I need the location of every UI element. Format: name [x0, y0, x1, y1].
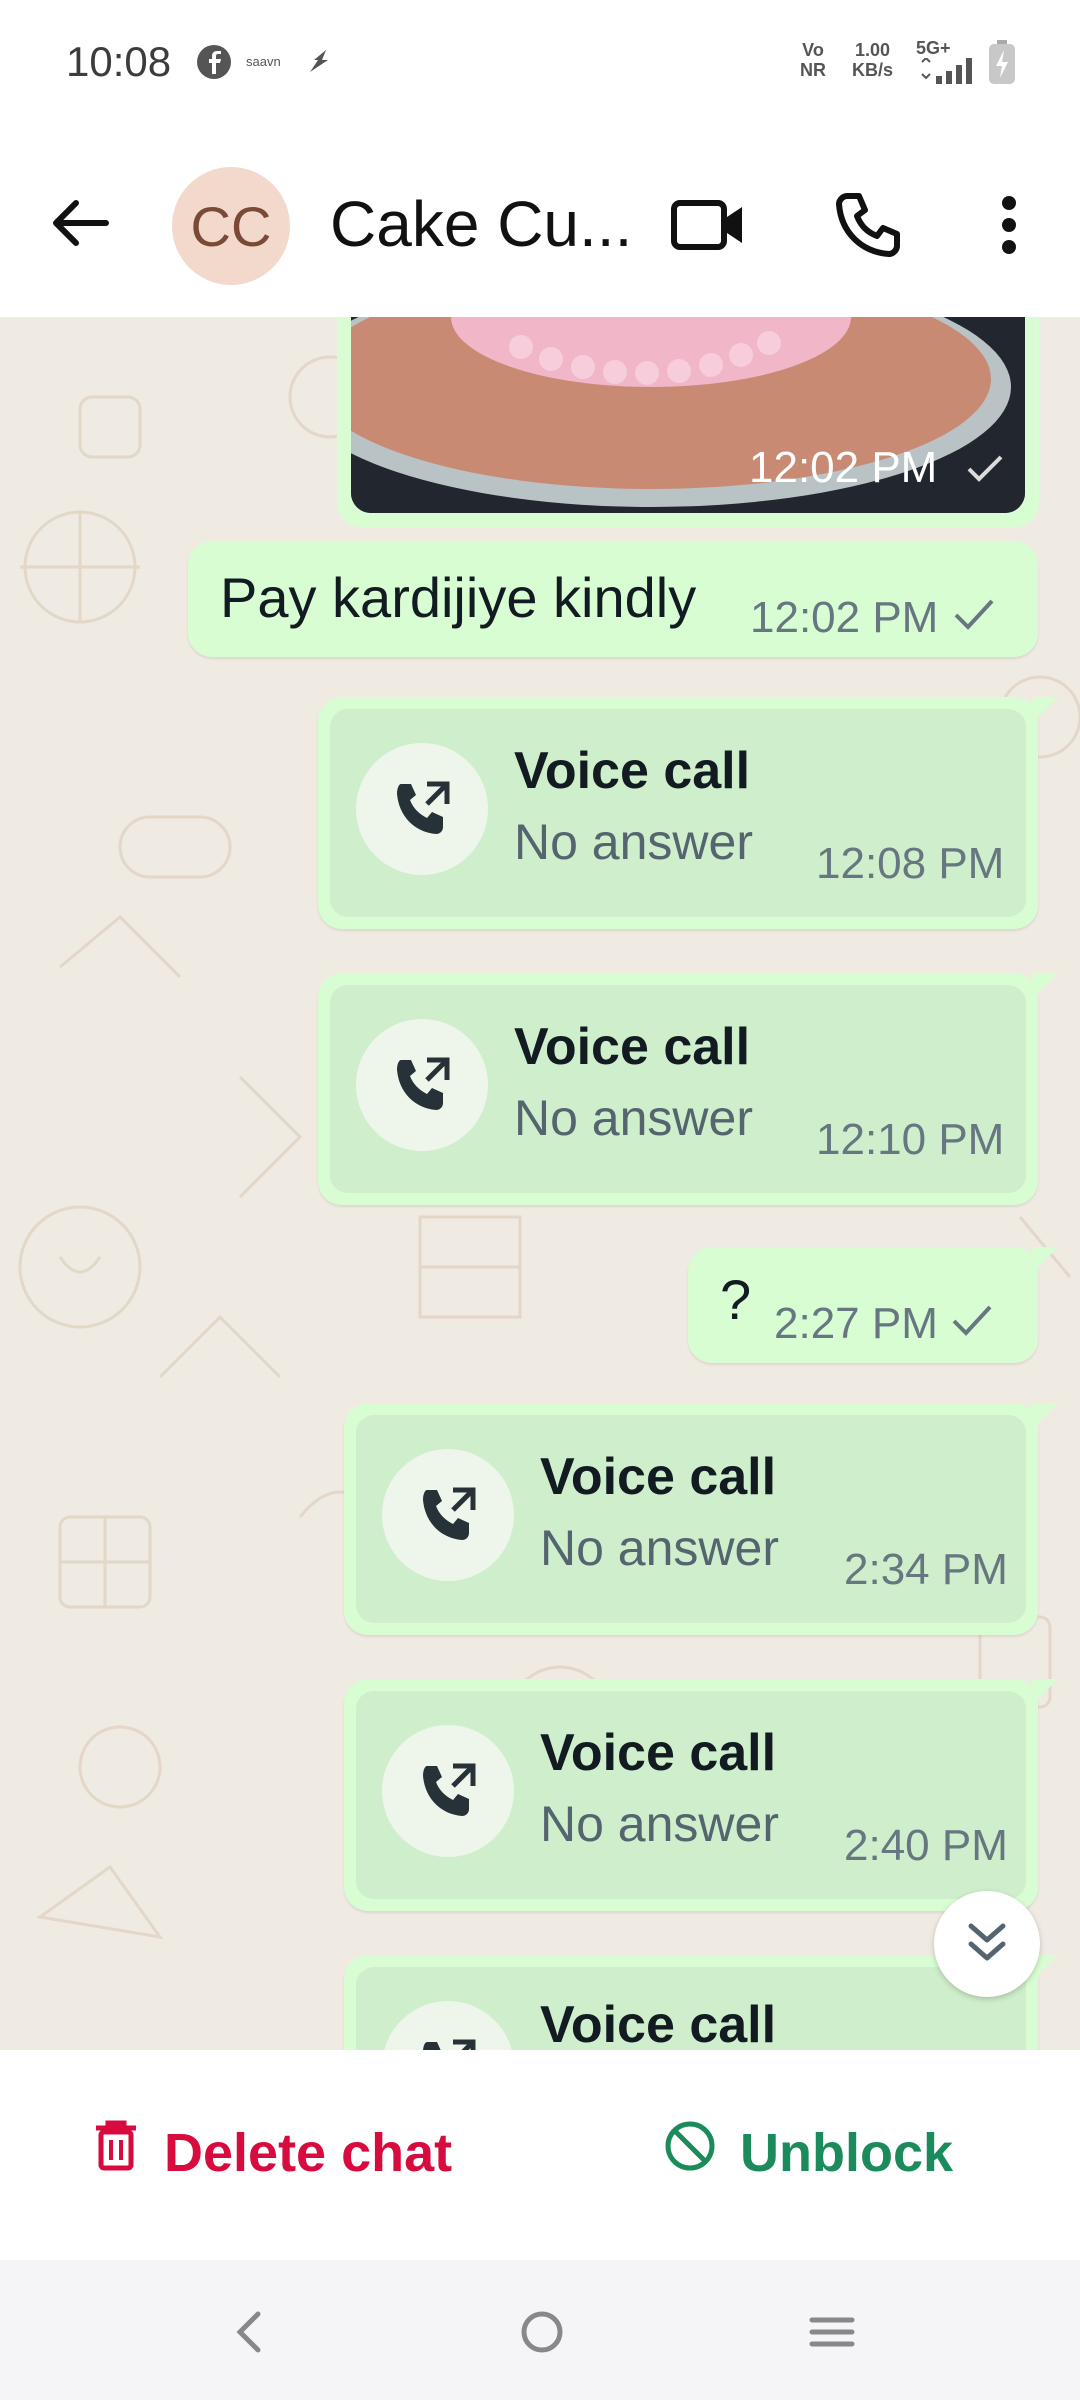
signal-icon — [918, 56, 978, 89]
volte-indicator: Vo NR — [800, 40, 826, 80]
call-time: 12:08 PM — [816, 839, 1005, 888]
text-message[interactable]: Pay kardijiye kindly 12:02 PM — [188, 541, 1038, 657]
call-time: 12:10 PM — [816, 1115, 1005, 1164]
wind-icon — [304, 46, 338, 83]
cake-image[interactable]: 12:02 PM — [351, 317, 1025, 513]
text-message[interactable]: ? 2:27 PM — [688, 1247, 1058, 1363]
call-card: Voice call No answer 2:34 PM — [356, 1415, 1026, 1623]
phone-icon[interactable] — [828, 185, 908, 265]
chat-header: CC Cake Cu... — [0, 125, 1080, 317]
sent-check-icon — [950, 1303, 994, 1344]
call-status: No answer — [540, 1520, 779, 1576]
call-card: Voice call — [356, 1967, 1026, 2050]
message-time: 12:02 PM — [750, 593, 939, 642]
contact-name[interactable]: Cake Cu... — [330, 187, 632, 261]
chat-area[interactable]: 12:02 PM Pay kardijiye kindly 12:02 PM V… — [0, 317, 1080, 2050]
status-time: 10:08 — [66, 38, 172, 85]
message-text: Pay kardijiye kindly — [220, 566, 697, 629]
trash-icon — [92, 2120, 140, 2185]
image-message[interactable]: 12:02 PM — [337, 317, 1039, 527]
call-status: No answer — [540, 1796, 779, 1852]
system-navigation-bar — [0, 2260, 1080, 2400]
delete-chat-button[interactable]: Delete chat — [92, 2120, 452, 2185]
voice-call-message[interactable]: Voice call No answer 2:34 PM — [344, 1403, 1058, 1635]
call-card: Voice call No answer 12:08 PM — [330, 709, 1026, 917]
message-time: 2:27 PM — [774, 1299, 938, 1348]
nav-menu-icon[interactable] — [804, 2302, 860, 2367]
voice-call-message[interactable]: Voice call No answer 12:08 PM — [318, 697, 1058, 929]
network-speed: 1.00 KB/s — [852, 40, 894, 80]
avatar[interactable]: CC — [172, 167, 290, 285]
network-type: 5G+ — [916, 38, 951, 58]
back-arrow-icon[interactable] — [44, 187, 116, 259]
call-title: Voice call — [514, 742, 751, 800]
call-title: Voice call — [540, 1996, 777, 2050]
outgoing-call-icon — [356, 1019, 488, 1151]
voice-call-message[interactable]: Voice call No answer 2:40 PM — [344, 1679, 1058, 1911]
call-title: Voice call — [514, 1018, 751, 1076]
battery-charging-icon — [988, 40, 1016, 89]
more-options-icon[interactable] — [984, 185, 1034, 265]
call-title: Voice call — [540, 1448, 777, 1506]
call-time: 2:40 PM — [844, 1821, 1008, 1870]
outgoing-call-icon — [382, 1449, 514, 1581]
unblock-button[interactable]: Unblock — [664, 2120, 953, 2185]
status-bar: 10:08 saavn Vo NR 1.00 KB/s 5G+ — [0, 0, 1080, 125]
outgoing-call-icon — [382, 2001, 514, 2050]
message-text: ? — [720, 1268, 752, 1331]
outgoing-call-icon — [356, 743, 488, 875]
nav-home-icon[interactable] — [512, 2302, 572, 2367]
unblock-label: Unblock — [740, 2122, 954, 2183]
image-time: 12:02 PM — [749, 443, 938, 492]
video-call-icon[interactable] — [668, 185, 748, 265]
sent-check-icon — [965, 453, 1005, 490]
facebook-icon — [196, 44, 232, 85]
voice-call-message[interactable]: Voice call No answer 12:10 PM — [318, 973, 1058, 1205]
sent-check-icon — [952, 597, 996, 638]
delete-chat-label: Delete chat — [164, 2122, 453, 2183]
blocked-actions-bar: Delete chat Unblock — [0, 2050, 1080, 2260]
call-title: Voice call — [540, 1724, 777, 1782]
double-chevron-down-icon — [965, 1918, 1009, 1971]
call-time: 2:34 PM — [844, 1545, 1008, 1594]
call-card: Voice call No answer 2:40 PM — [356, 1691, 1026, 1899]
block-icon — [664, 2120, 716, 2185]
outgoing-call-icon — [382, 1725, 514, 1857]
scroll-to-bottom-button[interactable] — [934, 1891, 1040, 1997]
call-card: Voice call No answer 12:10 PM — [330, 985, 1026, 1193]
saavn-icon: saavn — [246, 54, 281, 69]
voice-call-message[interactable]: Voice call — [344, 1955, 1058, 2050]
call-status: No answer — [514, 1090, 753, 1146]
nav-back-icon[interactable] — [228, 2302, 268, 2367]
call-status: No answer — [514, 814, 753, 870]
